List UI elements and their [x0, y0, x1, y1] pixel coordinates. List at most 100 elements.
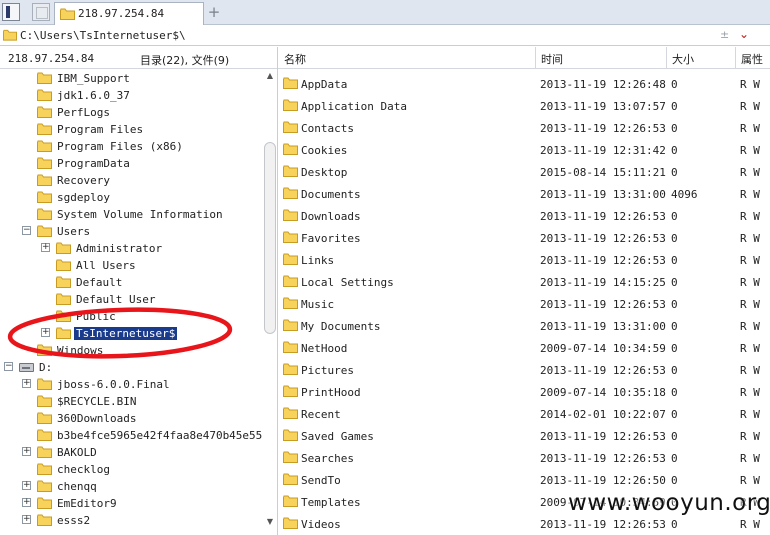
file-row[interactable]: Application Data 2013-11-19 13:07:57 0 R W: [278, 94, 770, 116]
file-time: 2013-11-19 12:31:42: [540, 144, 666, 157]
file-row[interactable]: Contacts 2013-11-19 12:26:53 0 R W: [278, 116, 770, 138]
tree-item[interactable]: $RECYCLE.BIN: [0, 393, 262, 410]
file-size: 0: [671, 430, 678, 443]
file-row[interactable]: Local Settings 2013-11-19 14:15:25 0 R W: [278, 270, 770, 292]
tree-item-label: Program Files: [57, 123, 144, 136]
tree-item[interactable]: IBM_Support: [0, 70, 262, 87]
expand-icon[interactable]: +: [22, 515, 31, 524]
expand-icon[interactable]: +: [22, 447, 31, 456]
file-name: Recent: [301, 408, 341, 421]
tree-item[interactable]: sgdeploy: [0, 189, 262, 206]
expand-icon[interactable]: +: [22, 481, 31, 490]
file-row[interactable]: PrintHood 2009-07-14 10:35:18 0 R W: [278, 380, 770, 402]
tree-item[interactable]: + chenqq: [0, 478, 262, 495]
folder-icon: [283, 297, 298, 309]
column-header-attr[interactable]: 属性: [741, 51, 763, 67]
file-row[interactable]: Music 2013-11-19 12:26:53 0 R W: [278, 292, 770, 314]
file-row[interactable]: My Documents 2013-11-19 13:31:00 0 R W: [278, 314, 770, 336]
scroll-down-arrow-icon[interactable]: ▼: [263, 516, 277, 528]
file-row[interactable]: Pictures 2013-11-19 12:26:53 0 R W: [278, 358, 770, 380]
file-row[interactable]: Recent 2014-02-01 10:22:07 0 R W: [278, 402, 770, 424]
tree-item[interactable]: Public: [0, 308, 262, 325]
tree-item[interactable]: System Volume Information: [0, 206, 262, 223]
file-name: Application Data: [301, 100, 407, 113]
tree-item[interactable]: + esss2: [0, 512, 262, 529]
folder-icon: [37, 446, 52, 458]
tree-item[interactable]: Default: [0, 274, 262, 291]
tree-item-label: sgdeploy: [57, 191, 110, 204]
tree-item[interactable]: Windows: [0, 342, 262, 359]
expand-icon[interactable]: +: [22, 379, 31, 388]
file-size: 0: [671, 210, 678, 223]
tree-item[interactable]: Program Files: [0, 121, 262, 138]
file-attr: R W: [740, 452, 760, 465]
file-row[interactable]: NetHood 2009-07-14 10:34:59 0 R W: [278, 336, 770, 358]
column-header-time[interactable]: 时间: [541, 51, 563, 67]
tree-item-label: BAKOLD: [57, 446, 97, 459]
tree-item[interactable]: Default User: [0, 291, 262, 308]
file-row[interactable]: Cookies 2013-11-19 12:31:42 0 R W: [278, 138, 770, 160]
column-header-name[interactable]: 名称: [284, 51, 306, 67]
column-separator[interactable]: [535, 47, 536, 69]
folder-tree[interactable]: IBM_Support jdk1.6.0_37 PerfLogs Program Fi…: [0, 70, 277, 535]
tree-item[interactable]: + jboss-6.0.0.Final: [0, 376, 262, 393]
tree-item-label: D:: [39, 361, 53, 374]
chevron-down-icon[interactable]: ⌄: [739, 27, 749, 41]
scroll-up-arrow-icon[interactable]: ▲: [263, 70, 277, 82]
file-time: 2009-07-14 10:34:59: [540, 342, 666, 355]
file-row[interactable]: Searches 2013-11-19 12:26:53 0 R W: [278, 446, 770, 468]
file-attr: R W: [740, 430, 760, 443]
new-tab-button[interactable]: +: [207, 3, 221, 21]
file-row[interactable]: AppData 2013-11-19 12:26:48 0 R W: [278, 72, 770, 94]
tree-item[interactable]: + EmEditor9: [0, 495, 262, 512]
tree-item[interactable]: ProgramData: [0, 155, 262, 172]
expand-icon[interactable]: +: [41, 328, 50, 337]
tree-item-drive[interactable]: − D:: [0, 359, 262, 376]
tree-item-label: All Users: [76, 259, 136, 272]
tree-item[interactable]: PerfLogs: [0, 104, 262, 121]
tree-item[interactable]: jdk1.6.0_37: [0, 87, 262, 104]
tree-item[interactable]: Program Files (x86): [0, 138, 262, 155]
file-list[interactable]: AppData 2013-11-19 12:26:48 0 R W Applicatio…: [278, 70, 770, 535]
tree-item[interactable]: + TsInternetuser$: [0, 325, 262, 342]
file-row[interactable]: SendTo 2013-11-19 12:26:50 0 R W: [278, 468, 770, 490]
file-time: 2013-11-19 12:26:53: [540, 210, 666, 223]
folder-icon: [283, 319, 298, 331]
tree-item[interactable]: + Administrator: [0, 240, 262, 257]
tree-item[interactable]: b3be4fce5965e42f4faa8e470b45e552: [0, 427, 269, 444]
file-attr: R W: [740, 122, 760, 135]
tree-item[interactable]: Recovery: [0, 172, 262, 189]
path-input[interactable]: C:\Users\TsInternetuser$\: [20, 29, 186, 42]
file-row[interactable]: Downloads 2013-11-19 12:26:53 0 R W: [278, 204, 770, 226]
folder-icon: [37, 395, 52, 407]
plus-minus-icon[interactable]: ±: [720, 28, 729, 41]
file-row[interactable]: Desktop 2015-08-14 15:11:21 0 R W: [278, 160, 770, 182]
folder-icon: [56, 327, 71, 339]
tree-item[interactable]: − Users: [0, 223, 262, 240]
folder-icon: [60, 8, 75, 20]
file-row[interactable]: Saved Games 2013-11-19 12:26:53 0 R W: [278, 424, 770, 446]
collapse-icon[interactable]: −: [4, 362, 13, 371]
layout-button[interactable]: [32, 3, 50, 21]
tree-item[interactable]: 360Downloads: [0, 410, 262, 427]
file-row[interactable]: Links 2013-11-19 12:26:53 0 R W: [278, 248, 770, 270]
tree-item[interactable]: + BAKOLD: [0, 444, 262, 461]
file-row[interactable]: Documents 2013-11-19 13:31:00 4096 R W: [278, 182, 770, 204]
scrollbar-thumb[interactable]: [264, 142, 276, 334]
panel-toggle-button[interactable]: [2, 3, 20, 21]
tab-connection[interactable]: 218.97.254.84: [54, 2, 204, 25]
tree-item[interactable]: checklog: [0, 461, 262, 478]
tree-item-label: Administrator: [76, 242, 163, 255]
file-row[interactable]: Favorites 2013-11-19 12:26:53 0 R W: [278, 226, 770, 248]
column-separator[interactable]: [666, 47, 667, 69]
expand-icon[interactable]: +: [22, 498, 31, 507]
column-separator[interactable]: [735, 47, 736, 69]
column-header-size[interactable]: 大小: [672, 51, 694, 67]
file-name: Searches: [301, 452, 354, 465]
collapse-icon[interactable]: −: [22, 226, 31, 235]
expand-icon[interactable]: +: [41, 243, 50, 252]
path-controls[interactable]: ± ⌄: [720, 27, 766, 44]
tree-scrollbar[interactable]: ▲ ▼: [263, 70, 277, 528]
tree-item[interactable]: All Users: [0, 257, 262, 274]
file-time: 2013-11-19 12:26:53: [540, 364, 666, 377]
